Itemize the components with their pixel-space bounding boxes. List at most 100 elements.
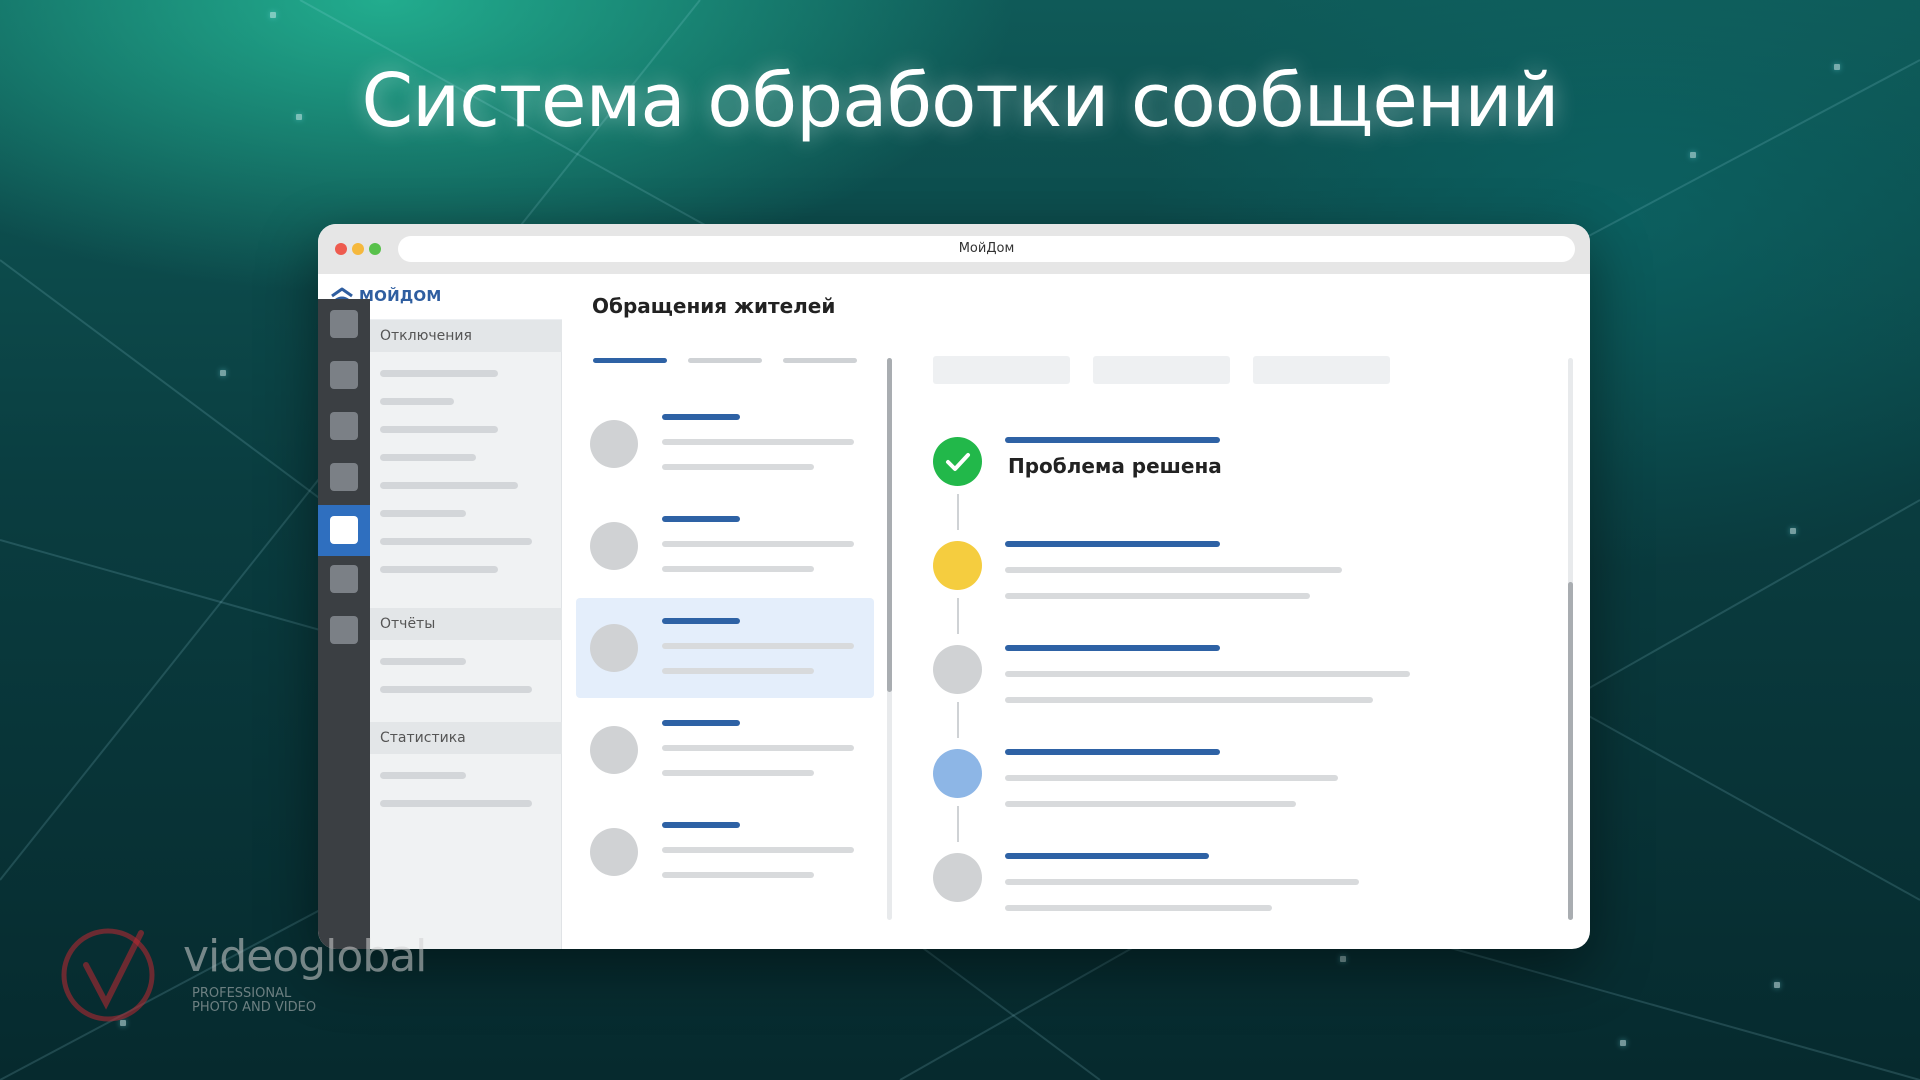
menu-item-placeholder[interactable]: [380, 426, 498, 433]
icon-rail: [318, 299, 370, 949]
rail-item-icon[interactable]: [330, 616, 358, 644]
timeline-title-placeholder: [1005, 437, 1220, 443]
close-window-button[interactable]: [335, 243, 347, 255]
timeline-title-placeholder: [1005, 645, 1220, 651]
message-list-item[interactable]: [576, 700, 874, 800]
avatar: [590, 624, 638, 672]
status-inactive-dot: [933, 645, 982, 694]
minimize-window-button[interactable]: [352, 243, 364, 255]
filter-placeholder[interactable]: [1253, 356, 1390, 384]
filter-placeholder[interactable]: [933, 356, 1070, 384]
tab-active[interactable]: [593, 358, 667, 363]
item-text-placeholder: [662, 541, 854, 547]
timeline-text-placeholder: [1005, 593, 1310, 599]
sparkle: [1690, 152, 1696, 158]
timeline-title-placeholder: [1005, 749, 1220, 755]
menu-item-placeholder[interactable]: [380, 370, 498, 377]
filter-placeholder[interactable]: [1093, 356, 1230, 384]
browser-window: МойДом МОЙДОМ Отключения Отчёты Статисти…: [318, 224, 1590, 949]
item-title-placeholder: [662, 414, 740, 420]
sparkle: [220, 370, 226, 376]
rail-item-icon[interactable]: [330, 463, 358, 491]
list-scrollbar-thumb[interactable]: [887, 358, 892, 692]
list-scrollbar[interactable]: [887, 358, 892, 920]
sparkle: [1620, 1040, 1626, 1046]
menu-item-placeholder[interactable]: [380, 482, 518, 489]
rail-item-icon[interactable]: [330, 412, 358, 440]
status-pending-dot: [933, 541, 982, 590]
item-text-placeholder: [662, 745, 854, 751]
logo-text: МОЙДОМ: [359, 287, 442, 305]
maximize-window-button[interactable]: [369, 243, 381, 255]
message-list-item-selected[interactable]: [576, 598, 874, 698]
timeline-title-placeholder: [1005, 541, 1220, 547]
videoglobal-watermark: videoglobal PROFESSIONAL PHOTO AND VIDEO: [56, 925, 436, 1025]
watermark-tagline-line: PHOTO AND VIDEO: [192, 1000, 317, 1015]
sparkle: [1790, 528, 1796, 534]
timeline-text-placeholder: [1005, 775, 1338, 781]
rail-item-active-icon: [330, 516, 358, 544]
timeline-connector: [957, 806, 959, 842]
tab[interactable]: [783, 358, 857, 363]
tab[interactable]: [688, 358, 762, 363]
timeline-connector: [957, 598, 959, 634]
item-title-placeholder: [662, 516, 740, 522]
resolved-check-icon: [933, 437, 982, 486]
sparkle: [270, 12, 276, 18]
menu-item-placeholder[interactable]: [380, 686, 532, 693]
checkmark-icon: [946, 453, 970, 471]
page-title: Обращения жителей: [592, 294, 836, 318]
timeline-text-placeholder: [1005, 671, 1410, 677]
rail-item-icon[interactable]: [330, 310, 358, 338]
item-title-placeholder: [662, 822, 740, 828]
item-text-placeholder: [662, 872, 814, 878]
sidebar-section-reports[interactable]: Отчёты: [370, 608, 562, 640]
menu-item-placeholder[interactable]: [380, 510, 466, 517]
avatar: [590, 522, 638, 570]
avatar: [590, 726, 638, 774]
status-inactive-dot: [933, 853, 982, 902]
timeline-text-placeholder: [1005, 801, 1296, 807]
menu-item-placeholder[interactable]: [380, 772, 466, 779]
sidebar-section-statistics[interactable]: Статистика: [370, 722, 562, 754]
item-text-placeholder: [662, 643, 854, 649]
item-text-placeholder: [662, 847, 854, 853]
message-list-item[interactable]: [576, 802, 874, 902]
menu-item-placeholder[interactable]: [380, 658, 466, 665]
rail-item-active[interactable]: [318, 505, 370, 556]
avatar: [590, 420, 638, 468]
rail-item-icon[interactable]: [330, 565, 358, 593]
sidebar-menu: Отключения Отчёты Статистика: [370, 320, 562, 949]
message-list-item[interactable]: [576, 496, 874, 596]
detail-scrollbar[interactable]: [1568, 358, 1573, 920]
menu-item-placeholder[interactable]: [380, 538, 532, 545]
timeline-text-placeholder: [1005, 879, 1359, 885]
message-list-item[interactable]: [576, 394, 874, 494]
timeline-connector: [957, 494, 959, 530]
item-title-placeholder: [662, 720, 740, 726]
avatar: [590, 828, 638, 876]
browser-titlebar: МойДом: [318, 224, 1590, 274]
menu-item-placeholder[interactable]: [380, 454, 476, 461]
item-text-placeholder: [662, 566, 814, 572]
timeline-connector: [957, 702, 959, 738]
timeline-text-placeholder: [1005, 697, 1373, 703]
menu-item-placeholder[interactable]: [380, 566, 498, 573]
watermark-tagline: PROFESSIONAL PHOTO AND VIDEO: [192, 987, 316, 1015]
timeline-text-placeholder: [1005, 567, 1342, 573]
status-in-progress-dot: [933, 749, 982, 798]
status-resolved-label: Проблема решена: [1008, 454, 1222, 478]
sparkle: [1340, 956, 1346, 962]
watermark-logo-icon: [61, 928, 155, 1022]
timeline-title-placeholder: [1005, 853, 1209, 859]
sparkle: [1774, 982, 1780, 988]
item-title-placeholder: [662, 618, 740, 624]
rail-item-icon[interactable]: [330, 361, 358, 389]
menu-item-placeholder[interactable]: [380, 398, 454, 405]
sidebar-section-outages[interactable]: Отключения: [370, 320, 562, 352]
page-headline: Система обработки сообщений: [361, 58, 1560, 144]
detail-scrollbar-thumb[interactable]: [1568, 582, 1573, 920]
address-bar[interactable]: МойДом: [398, 236, 1575, 262]
item-text-placeholder: [662, 439, 854, 445]
menu-item-placeholder[interactable]: [380, 800, 532, 807]
